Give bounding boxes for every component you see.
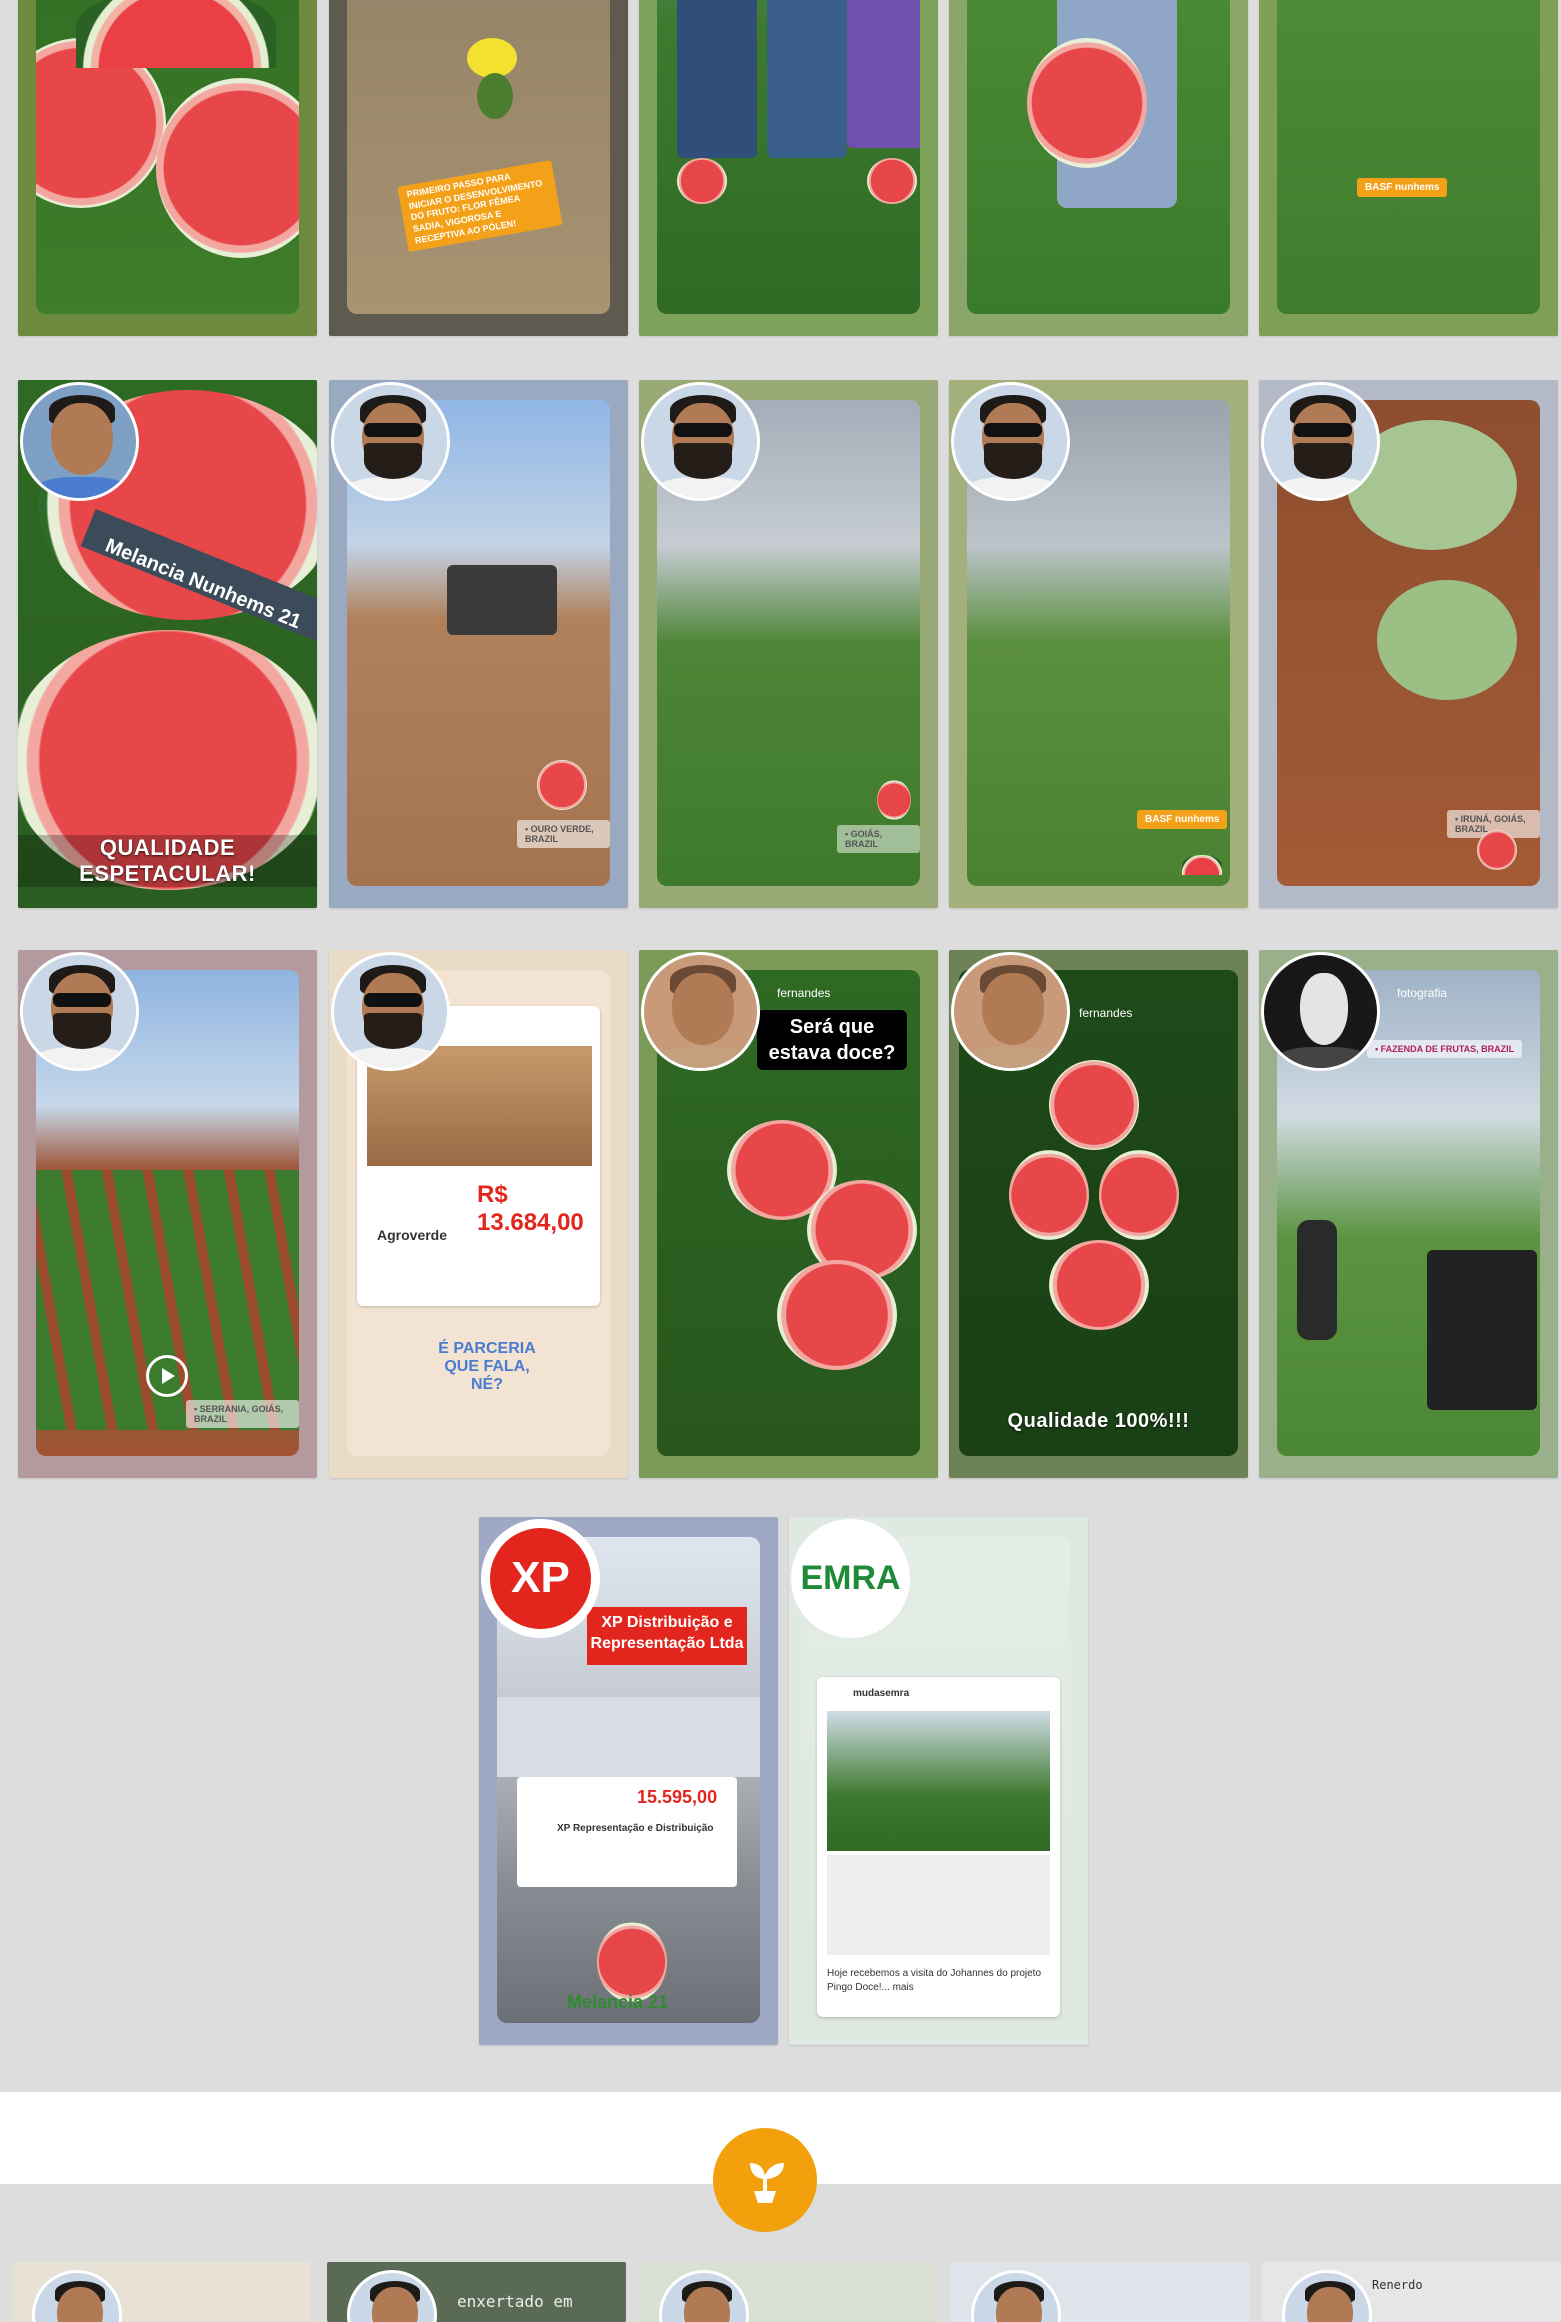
check-card: 15.595,00 XP Representação e Distribuiçã… [517,1777,737,1887]
location-sticker: • OURO VERDE, BRAZIL [517,820,610,848]
avatar[interactable] [1261,952,1380,1071]
avatar[interactable] [20,952,139,1071]
story-tile[interactable]: Renerdo [1262,2262,1561,2322]
story-handle: fernandes [1079,1006,1133,1020]
story-handle: fernandes [777,986,831,1000]
story-tile[interactable]: R$ 13.684,00 Agroverde É PARCERIA QUE FA… [329,950,628,1478]
plant-sprout-icon[interactable] [713,2128,817,2232]
person-figure [677,0,757,158]
story-caption: XP Distribuição e Representação Ltda [587,1607,747,1665]
avatar[interactable]: EMRA [791,1519,910,1638]
partner-name: Agroverde [377,1227,448,1243]
story-caption: QUALIDADE ESPETACULAR! [18,835,317,887]
story-tile[interactable] [639,2262,938,2322]
avatar[interactable] [331,952,450,1071]
avatar[interactable] [971,2270,1061,2322]
post-photo [827,1855,1050,1955]
avatar[interactable] [951,952,1070,1071]
avatar[interactable] [1261,382,1380,501]
building-image [497,1697,760,1777]
brand-sticker: BASF nunhems [1357,178,1448,197]
location-sticker: • FAZENDA DE FRUTAS, BRAZIL [1367,1040,1523,1058]
story-tile[interactable]: BASF nunhems [949,380,1248,908]
story-tile[interactable]: • GOIÁS, BRAZIL [639,380,938,908]
avatar[interactable] [347,2270,437,2322]
avatar[interactable] [1282,2270,1372,2322]
post-text: Hoje recebemos a visita do Johannes do p… [827,1968,1042,1993]
flower-image [467,38,517,78]
avatar[interactable] [32,2270,122,2322]
story-tile[interactable] [12,2262,311,2322]
avatar[interactable] [641,952,760,1071]
post-card: mudasemra Hoje recebemos a visita do Joh… [817,1677,1060,2017]
story-tile[interactable]: fernandes Será que estava doce? [639,950,938,1478]
camera-image [1427,1250,1537,1410]
story-tile[interactable]: fernandes Qualidade 100%!!! [949,950,1248,1478]
price-value: 15.595,00 [637,1787,718,1807]
story-handle: fotografia [1397,986,1448,1000]
price-value: R$ 13.684,00 [477,1181,584,1236]
brand-label: Melancia 21 [567,1992,669,2012]
story-caption: Qualidade 100%!!! [1007,1410,1190,1432]
leaf-image [1377,580,1517,700]
stories-grid: PRIMEIRO PASSO PARA INICIAR O DESENVOLVI… [0,0,1561,2322]
emra-logo: EMRA [800,1528,901,1629]
story-tile[interactable]: • SERRANIA, GOIÁS, BRAZIL [18,950,317,1478]
avatar[interactable] [951,382,1070,501]
fruit-image [477,73,513,119]
location-sticker: • GOIÁS, BRAZIL [837,825,920,853]
tractor-image [447,565,557,635]
plant-sprout-icon-svg [750,2163,784,2203]
story-tile[interactable]: mudasemra Hoje recebemos a visita do Joh… [789,1517,1088,2045]
story-caption: Será que estava doce? [757,1010,907,1070]
avatar[interactable] [20,382,139,501]
play-icon[interactable] [146,1355,188,1397]
post-photo [827,1711,1050,1851]
story-tile[interactable]: enxertado em [327,2262,626,2322]
story-tile[interactable]: Melancia Nunhems 21 QUALIDADE ESPETACULA… [18,380,317,908]
avatar[interactable] [331,382,450,501]
story-tile[interactable] [951,2262,1250,2322]
slogan-text: É PARCERIA QUE FALA, NÉ? [438,1340,536,1393]
story-tile[interactable]: XP Distribuição e Representação Ltda 15.… [479,1517,778,2045]
xp-logo: XP [490,1528,591,1629]
story-tile[interactable]: • IRUNÁ, GOIÁS, BRAZIL [1259,380,1558,908]
avatar[interactable] [641,382,760,501]
location-sticker: • SERRANIA, GOIÁS, BRAZIL [186,1400,299,1428]
story-tile[interactable]: PRIMEIRO PASSO PARA INICIAR O DESENVOLVI… [329,0,628,336]
story-label: enxertado em [457,2292,573,2311]
story-tile[interactable]: • OURO VERDE, BRAZIL [329,380,628,908]
story-label: Renerdo [1372,2278,1423,2292]
brand-sticker: BASF nunhems [1137,810,1228,829]
story-tile[interactable] [18,0,317,336]
story-tile[interactable]: BASF nunhems [1259,0,1558,336]
person-figure [767,0,847,158]
person-figure [1297,1220,1337,1340]
story-tile[interactable] [639,0,938,336]
avatar[interactable]: XP [481,1519,600,1638]
avatar[interactable] [659,2270,749,2322]
story-tile[interactable]: fotografia • FAZENDA DE FRUTAS, BRAZIL [1259,950,1558,1478]
partner-name: XP Representação e Distribuição [557,1823,714,1834]
story-tile[interactable] [949,0,1248,336]
post-handle: mudasemra [853,1688,910,1699]
person-figure [847,0,920,148]
